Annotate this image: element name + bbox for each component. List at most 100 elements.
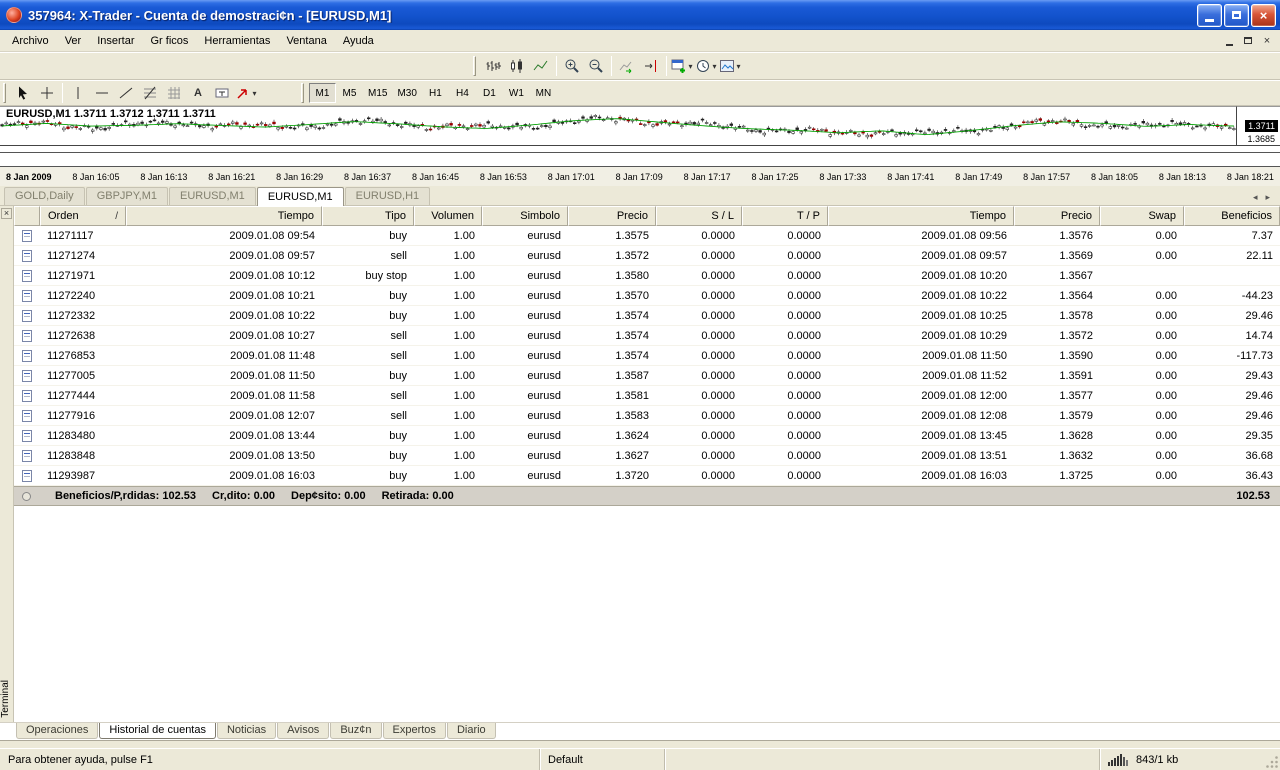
cell-volume: 1.00: [414, 430, 482, 442]
cell-volume: 1.00: [414, 290, 482, 302]
terminal-tab-expertos[interactable]: Expertos: [383, 723, 446, 739]
header-cell-precio-9[interactable]: Precio: [1014, 206, 1100, 226]
tab-scroll-right-icon[interactable]: ▸: [1261, 192, 1274, 203]
close-button[interactable]: ×: [1251, 4, 1276, 27]
crosshair-button[interactable]: [35, 82, 59, 104]
timeframe-button-h4[interactable]: H4: [449, 83, 476, 103]
cell-sl: 0.0000: [656, 290, 742, 302]
terminal-tab-avisos[interactable]: Avisos: [277, 723, 329, 739]
auto-scroll-button[interactable]: [615, 55, 639, 77]
indicator-pane[interactable]: [0, 153, 1280, 167]
header-cell-s-l-6[interactable]: S / L: [656, 206, 742, 226]
chart-tab-gbpjpy-m1-1[interactable]: GBPJPY,M1: [86, 187, 168, 205]
table-row[interactable]: 112838482009.01.08 13:50buy1.00eurusd1.3…: [14, 446, 1280, 466]
terminal-tab-buz-n[interactable]: Buz¢n: [330, 723, 381, 739]
table-row[interactable]: 112779162009.01.08 12:07sell1.00eurusd1.…: [14, 406, 1280, 426]
menu-item-herramientas[interactable]: Herramientas: [196, 32, 278, 50]
fibonacci-button[interactable]: [138, 82, 162, 104]
order-doc-icon: [22, 450, 32, 462]
horizontal-line-button[interactable]: [90, 82, 114, 104]
arrows-button[interactable]: ▾: [234, 82, 258, 104]
header-cell-simbolo-4[interactable]: Simbolo: [482, 206, 568, 226]
chart-tab-eurusd-m1-3[interactable]: EURUSD,M1: [257, 187, 344, 206]
cursor-button[interactable]: [11, 82, 35, 104]
price-scale[interactable]: 1.3711 1.3685: [1236, 106, 1280, 146]
header-cell-orden-0[interactable]: Orden/: [40, 206, 126, 226]
fibonacci-icon: [142, 85, 158, 101]
terminal-tab-historial-de-cuentas[interactable]: Historial de cuentas: [99, 723, 216, 739]
chart-tab-gold-daily-0[interactable]: GOLD,Daily: [4, 187, 85, 205]
restore-button[interactable]: [1224, 4, 1249, 27]
time-axis[interactable]: 8 Jan 20098 Jan 16:058 Jan 16:138 Jan 16…: [0, 167, 1280, 186]
chart-tab-eurusd-h1-4[interactable]: EURUSD,H1: [345, 187, 431, 205]
text-label-icon: [214, 85, 230, 101]
table-row[interactable]: 112834802009.01.08 13:44buy1.00eurusd1.3…: [14, 426, 1280, 446]
bar-chart-button[interactable]: [481, 55, 505, 77]
timeframe-button-m1[interactable]: M1: [309, 83, 336, 103]
text-button[interactable]: A: [186, 82, 210, 104]
menu-item-insertar[interactable]: Insertar: [89, 32, 142, 50]
header-cell-swap-10[interactable]: Swap: [1100, 206, 1184, 226]
timeframe-button-d1[interactable]: D1: [476, 83, 503, 103]
timeframe-button-m15[interactable]: M15: [363, 83, 392, 103]
indicator-pane[interactable]: [0, 146, 1280, 153]
toolbar-grip[interactable]: [301, 83, 304, 103]
terminal-tab-operaciones[interactable]: Operaciones: [16, 723, 98, 739]
header-cell-precio-5[interactable]: Precio: [568, 206, 656, 226]
minimize-button[interactable]: [1197, 4, 1222, 27]
header-cell-tiempo-1[interactable]: Tiempo: [126, 206, 322, 226]
header-cell-beneficios-11[interactable]: Beneficios: [1184, 206, 1280, 226]
grid-button[interactable]: [162, 82, 186, 104]
status-profile[interactable]: Default: [540, 749, 665, 770]
table-row[interactable]: 112723322009.01.08 10:22buy1.00eurusd1.3…: [14, 306, 1280, 326]
terminal-tab-noticias[interactable]: Noticias: [217, 723, 276, 739]
table-row[interactable]: 112722402009.01.08 10:21buy1.00eurusd1.3…: [14, 286, 1280, 306]
table-row[interactable]: 112774442009.01.08 11:58sell1.00eurusd1.…: [14, 386, 1280, 406]
menu-item-ver[interactable]: Ver: [57, 32, 90, 50]
menu-item-gr-ficos[interactable]: Gr ficos: [143, 32, 197, 50]
timeframe-button-w1[interactable]: W1: [503, 83, 530, 103]
header-cell-volumen-3[interactable]: Volumen: [414, 206, 482, 226]
mdi-close-button[interactable]: ×: [1258, 33, 1276, 48]
candlestick-chart-button[interactable]: [505, 55, 529, 77]
table-row[interactable]: 112770052009.01.08 11:50buy1.00eurusd1.3…: [14, 366, 1280, 386]
timeframe-button-h1[interactable]: H1: [422, 83, 449, 103]
menu-item-archivo[interactable]: Archivo: [4, 32, 57, 50]
terminal-close-button[interactable]: ×: [1, 208, 12, 219]
templates-button[interactable]: ▾: [718, 55, 742, 77]
text-label-button[interactable]: [210, 82, 234, 104]
table-row[interactable]: 112726382009.01.08 10:27sell1.00eurusd1.…: [14, 326, 1280, 346]
resize-grip-icon[interactable]: [1266, 756, 1279, 769]
menu-item-ventana[interactable]: Ventana: [278, 32, 334, 50]
menu-item-ayuda[interactable]: Ayuda: [335, 32, 382, 50]
zoom-out-button[interactable]: [584, 55, 608, 77]
table-row[interactable]: 112712742009.01.08 09:57sell1.00eurusd1.…: [14, 246, 1280, 266]
timeframe-button-m30[interactable]: M30: [392, 83, 421, 103]
toolbar-grip[interactable]: [3, 83, 6, 103]
table-row[interactable]: 112939872009.01.08 16:03buy1.00eurusd1.3…: [14, 466, 1280, 486]
zoom-in-button[interactable]: [560, 55, 584, 77]
timeframe-button-m5[interactable]: M5: [336, 83, 363, 103]
header-cell-tipo-2[interactable]: Tipo: [322, 206, 414, 226]
tab-scroll-left-icon[interactable]: ◂: [1249, 192, 1262, 203]
table-row[interactable]: 112711172009.01.08 09:54buy1.00eurusd1.3…: [14, 226, 1280, 246]
chart-tab-eurusd-m1-2[interactable]: EURUSD,M1: [169, 187, 256, 205]
periods-button[interactable]: ▾: [694, 55, 718, 77]
mdi-minimize-button[interactable]: [1220, 33, 1238, 48]
trendline-button[interactable]: [114, 82, 138, 104]
order-icon-cell: [14, 390, 40, 402]
terminal-tab-diario[interactable]: Diario: [447, 723, 496, 739]
mdi-restore-button[interactable]: [1239, 33, 1257, 48]
timeframe-button-mn[interactable]: MN: [530, 83, 557, 103]
cell-open_time: 2009.01.08 10:27: [126, 330, 322, 342]
cell-tp: 0.0000: [742, 390, 828, 402]
toolbar-grip[interactable]: [473, 56, 476, 76]
chart-shift-button[interactable]: [639, 55, 663, 77]
line-chart-button[interactable]: [529, 55, 553, 77]
table-row[interactable]: 112719712009.01.08 10:12buy stop1.00euru…: [14, 266, 1280, 286]
vertical-line-button[interactable]: [66, 82, 90, 104]
header-cell-tiempo-8[interactable]: Tiempo: [828, 206, 1014, 226]
table-row[interactable]: 112768532009.01.08 11:48sell1.00eurusd1.…: [14, 346, 1280, 366]
header-cell-t-p-7[interactable]: T / P: [742, 206, 828, 226]
new-chart-button[interactable]: ▾: [670, 55, 694, 77]
